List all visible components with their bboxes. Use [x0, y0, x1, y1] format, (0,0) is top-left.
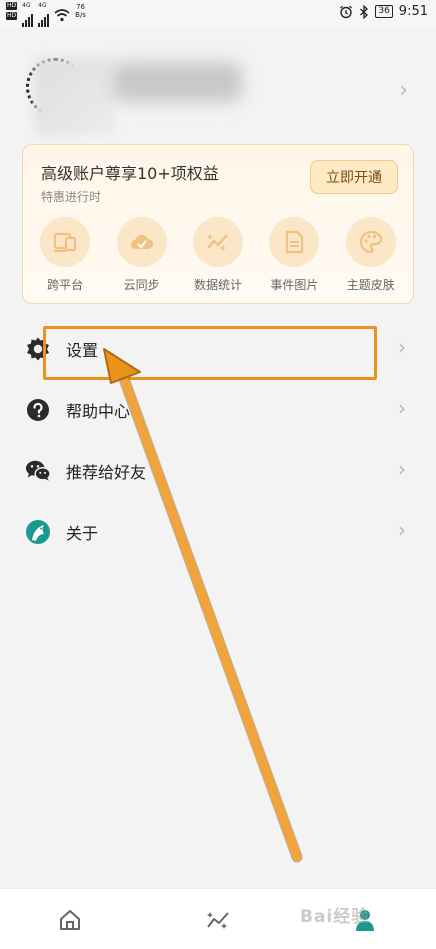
- trend-icon: [207, 912, 229, 929]
- premium-subtitle: 特惠进行时: [41, 190, 102, 204]
- alarm-icon: [340, 5, 353, 18]
- signal-icon: [38, 13, 50, 27]
- palette-icon: [359, 230, 382, 254]
- feature-label: 数据统计: [193, 278, 242, 292]
- clock: 9:51: [398, 4, 428, 19]
- document-icon: [286, 230, 304, 254]
- username-blurred: [112, 62, 242, 102]
- bottom-nav: [0, 888, 436, 949]
- network-type: 4G: [38, 2, 47, 9]
- cloud-sync-icon: [130, 235, 153, 250]
- net-speed-value: 76: [76, 3, 85, 11]
- chevron-right-icon: ›: [399, 78, 408, 103]
- menu-item-recommend[interactable]: 推荐给好友 ›: [0, 445, 436, 499]
- battery-level: 36: [375, 5, 393, 18]
- profile-header[interactable]: ›: [0, 28, 436, 140]
- feature-cloud-sync[interactable]: 云同步: [104, 217, 180, 293]
- feature-label: 跨平台: [47, 278, 84, 292]
- menu-label: 关于: [66, 524, 99, 543]
- avatar-blur: [34, 58, 114, 136]
- app-logo-icon: [26, 520, 50, 544]
- stats-icon: [206, 234, 228, 251]
- hd-badge: HD: [6, 12, 18, 20]
- feature-label: 主题皮肤: [346, 278, 395, 292]
- chevron-right-icon: ›: [398, 335, 406, 359]
- feature-label: 云同步: [123, 278, 160, 292]
- network-type: 4G: [22, 2, 31, 9]
- feature-data-stats[interactable]: 数据统计: [180, 217, 256, 293]
- open-premium-button[interactable]: 立即开通: [310, 160, 398, 194]
- net-speed-unit: B/s: [75, 11, 86, 19]
- menu-item-help[interactable]: 帮助中心 ›: [0, 384, 436, 438]
- chevron-right-icon: ›: [398, 518, 406, 542]
- menu-label: 推荐给好友: [66, 463, 147, 482]
- feature-label: 事件图片: [270, 278, 319, 292]
- wechat-icon: [25, 460, 51, 481]
- wifi-icon: [54, 9, 70, 22]
- home-icon: [60, 910, 80, 930]
- premium-title: 高级账户尊享10+项权益: [41, 164, 219, 183]
- help-icon: [27, 399, 49, 421]
- feature-list: 跨平台 云同步 数据统计 事件图片 主题皮肤: [23, 217, 413, 293]
- chevron-right-icon: ›: [398, 457, 406, 481]
- highlight-box: [43, 326, 377, 380]
- menu-item-about[interactable]: 关于 ›: [0, 506, 436, 560]
- bluetooth-icon: [360, 4, 369, 19]
- hd-badge: HD: [6, 2, 18, 10]
- nav-stats[interactable]: [198, 903, 238, 937]
- feature-theme-skin[interactable]: 主题皮肤: [333, 217, 409, 293]
- nav-home[interactable]: [50, 903, 90, 937]
- menu-label: 帮助中心: [66, 402, 131, 421]
- status-bar: HD HD 4G 4G 76 B/s 36 9:51: [0, 0, 436, 28]
- feature-cross-platform[interactable]: 跨平台: [27, 217, 103, 293]
- watermark: Bai经验: [300, 907, 370, 927]
- signal-icon: [22, 13, 34, 27]
- devices-icon: [54, 232, 77, 253]
- feature-event-image[interactable]: 事件图片: [256, 217, 332, 293]
- premium-card[interactable]: 高级账户尊享10+项权益 特惠进行时 立即开通 跨平台 云同步 数据统计 事件图…: [22, 144, 414, 304]
- chevron-right-icon: ›: [398, 396, 406, 420]
